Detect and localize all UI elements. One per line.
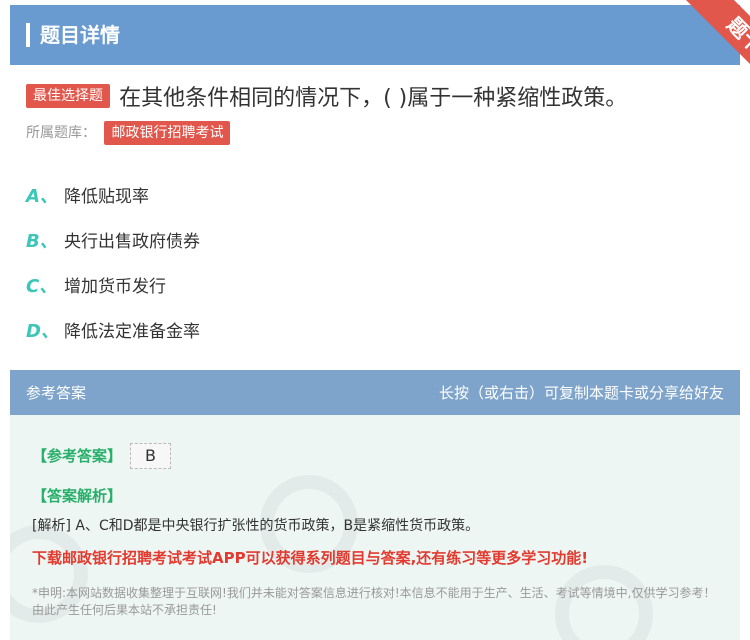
answer-label: 【参考答案】 xyxy=(32,447,123,465)
card-ribbon: 题卡 xyxy=(640,0,750,90)
question-text: 在其他条件相同的情况下，( )属于一种紧缩性政策。 xyxy=(119,86,628,111)
option-text: 增加货币发行 xyxy=(64,277,166,297)
option-c[interactable]: C、 增加货币发行 xyxy=(26,262,726,307)
option-text: 降低贴现率 xyxy=(64,187,149,207)
option-text: 降低法定准备金率 xyxy=(64,322,200,342)
app-promo-link[interactable]: 下载邮政银行招聘考试考试APP可以获得系列题目与答案,还有练习等更多学习功能! xyxy=(32,547,588,568)
page-title: 题目详情 xyxy=(40,23,120,47)
reference-answer-row: 【参考答案】 B xyxy=(32,443,171,469)
share-hint: 长按（或右击）可复制本题卡或分享给好友 xyxy=(438,384,724,402)
question-bank-row: 所属题库： 邮政银行招聘考试 xyxy=(26,121,231,145)
option-b[interactable]: B、 央行出售政府债券 xyxy=(26,217,726,262)
option-d[interactable]: D、 降低法定准备金率 xyxy=(26,307,726,352)
page-header: 题目详情 xyxy=(10,5,740,65)
answer-section-header: 参考答案 长按（或右击）可复制本题卡或分享给好友 xyxy=(10,370,740,415)
ribbon-label: 题卡 xyxy=(679,0,750,90)
option-a[interactable]: A、 降低贴现率 xyxy=(26,172,726,217)
analysis-label: 【答案解析】 xyxy=(32,487,123,505)
option-letter: A、 xyxy=(26,185,58,207)
answer-value: B xyxy=(130,443,171,469)
disclaimer-text: *申明:本网站数据收集整理于互联网!我们并未能对答案信息进行核对!本信息不能用于… xyxy=(32,586,716,617)
header-accent-bar xyxy=(26,23,30,47)
question-type-tag: 最佳选择题 xyxy=(26,84,110,108)
answer-header-title: 参考答案 xyxy=(26,384,87,402)
bank-name-tag[interactable]: 邮政银行招聘考试 xyxy=(104,121,231,145)
option-letter: B、 xyxy=(26,230,58,252)
question-stem: 最佳选择题 在其他条件相同的情况下，( )属于一种紧缩性政策。 xyxy=(26,80,736,112)
options-list: A、 降低贴现率 B、 央行出售政府债券 C、 增加货币发行 D、 降低法定准备… xyxy=(26,172,726,352)
option-letter: D、 xyxy=(26,320,59,342)
analysis-text: [解析] A、C和D都是中央银行扩张性的货币政策，B是紧缩性货币政策。 xyxy=(32,518,480,534)
option-text: 央行出售政府债券 xyxy=(64,232,200,252)
option-letter: C、 xyxy=(26,275,58,297)
answer-section-body: 【参考答案】 B 【答案解析】 [解析] A、C和D都是中央银行扩张性的货币政策，… xyxy=(10,415,740,640)
bank-label: 所属题库： xyxy=(26,125,96,141)
